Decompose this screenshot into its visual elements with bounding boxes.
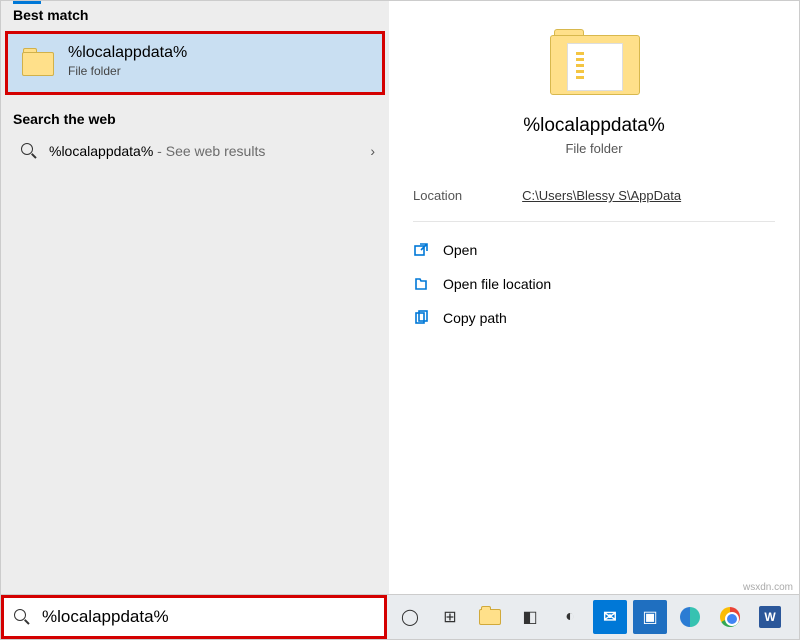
open-icon <box>413 242 429 258</box>
search-web-heading: Search the web <box>1 105 389 133</box>
web-result-item[interactable]: %localappdata% - See web results › <box>1 133 389 169</box>
task-view-button[interactable]: ⊞ <box>433 600 467 634</box>
open-location-icon <box>413 276 429 292</box>
search-input[interactable] <box>40 606 374 628</box>
taskbar: ◯ ⊞ ◧ ◐ ✉ ▣ W <box>1 594 799 639</box>
accent-bar <box>13 1 41 4</box>
preview-pane: %localappdata% File folder Location C:\U… <box>389 1 799 594</box>
web-suffix: - See web results <box>153 143 265 159</box>
action-open-location-label: Open file location <box>443 276 551 292</box>
action-open[interactable]: Open <box>403 234 785 266</box>
action-open-label: Open <box>443 242 477 258</box>
best-match-name: %localappdata% <box>68 44 187 62</box>
action-open-location[interactable]: Open file location <box>403 268 785 300</box>
taskbar-app-1[interactable]: ◧ <box>513 600 547 634</box>
taskbar-search-box[interactable] <box>1 595 387 639</box>
taskbar-app-2[interactable]: ◐ <box>553 600 587 634</box>
location-label: Location <box>413 188 462 203</box>
location-value[interactable]: C:\Users\Blessy S\AppData <box>522 188 681 203</box>
chrome-button[interactable] <box>713 600 747 634</box>
folder-large-icon <box>550 29 638 95</box>
best-match-result[interactable]: %localappdata% File folder <box>8 34 382 92</box>
action-copy-path-label: Copy path <box>443 310 507 326</box>
store-app-button[interactable]: ▣ <box>633 600 667 634</box>
folder-icon <box>20 46 56 76</box>
chrome-icon <box>720 607 740 627</box>
preview-name: %localappdata% <box>523 115 665 137</box>
search-results-pane: Best match %localappdata% File folder Se… <box>1 1 389 594</box>
file-explorer-button[interactable] <box>473 600 507 634</box>
edge-button[interactable] <box>673 600 707 634</box>
copy-path-icon <box>413 310 429 326</box>
preview-type: File folder <box>565 141 622 156</box>
word-button[interactable]: W <box>753 600 787 634</box>
best-match-highlight: %localappdata% File folder <box>5 31 385 95</box>
web-query: %localappdata% <box>49 143 153 159</box>
folder-icon <box>479 609 501 625</box>
search-icon <box>14 609 30 625</box>
word-icon: W <box>759 606 781 628</box>
cortana-button[interactable]: ◯ <box>393 600 427 634</box>
action-copy-path[interactable]: Copy path <box>403 302 785 334</box>
chevron-right-icon: › <box>370 143 375 159</box>
search-icon <box>21 143 37 159</box>
mail-app-button[interactable]: ✉ <box>593 600 627 634</box>
watermark: wsxdn.com <box>743 582 793 593</box>
best-match-heading: Best match <box>1 1 389 29</box>
edge-icon <box>680 607 700 627</box>
best-match-type: File folder <box>68 64 187 78</box>
